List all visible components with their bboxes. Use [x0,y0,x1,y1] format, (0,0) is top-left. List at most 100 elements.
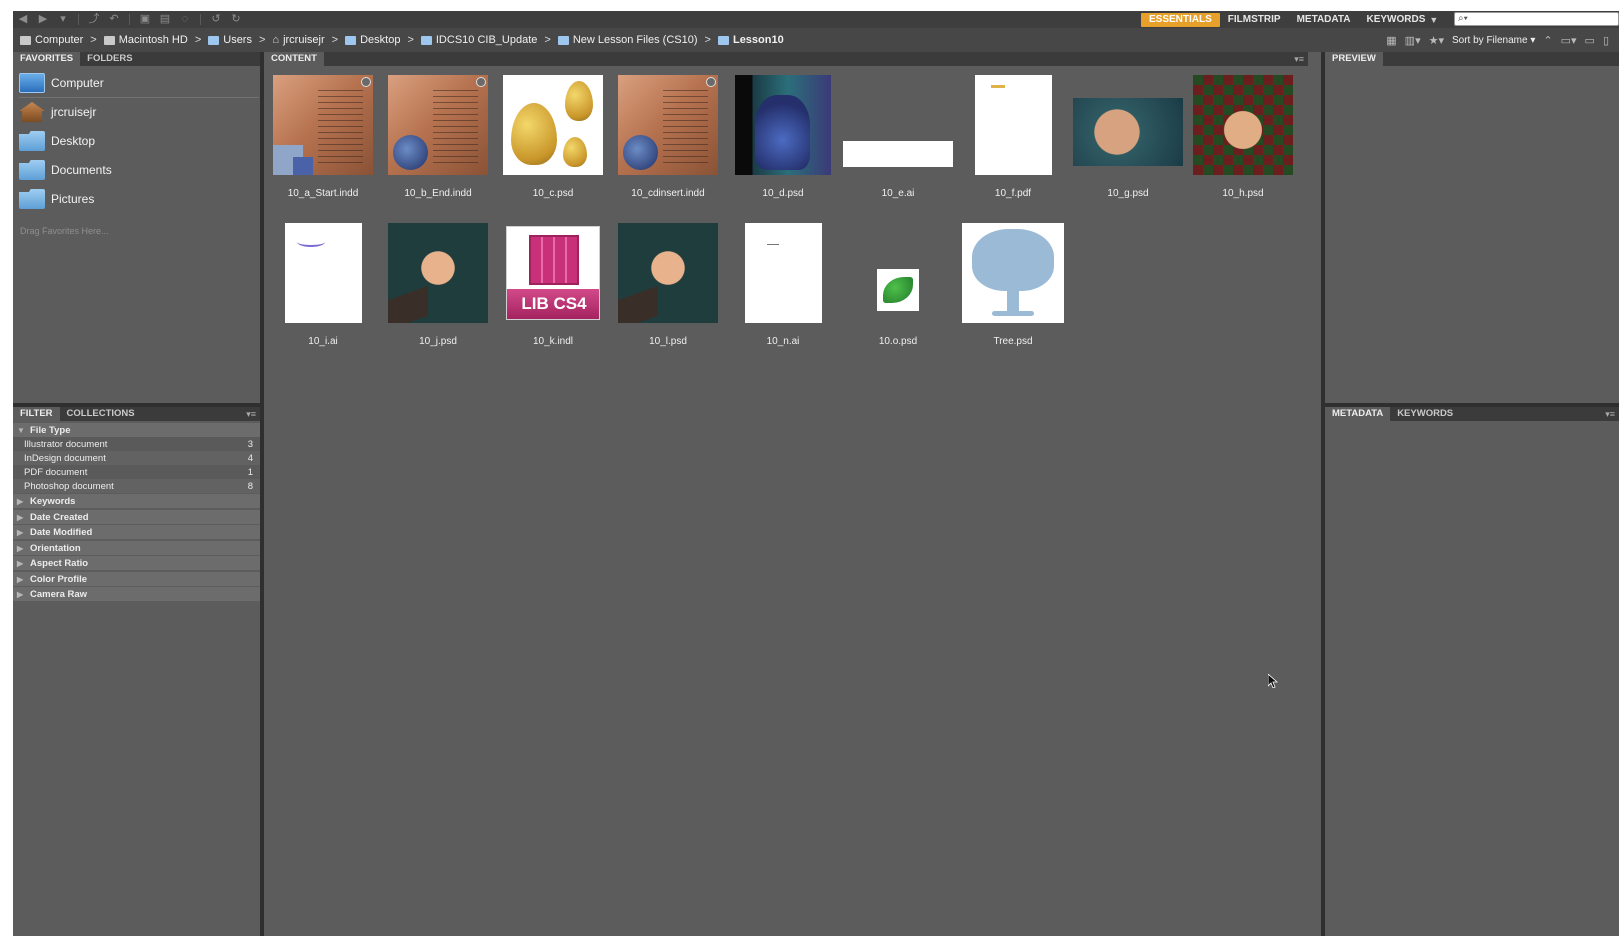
path-bar: Computer > Macintosh HD > Users > ⌂ jrcru… [13,28,1619,52]
file-name: 10_g.psd [1107,188,1149,199]
thumbnail-quality-icon[interactable]: ▦ [1386,34,1396,47]
tab-content[interactable]: CONTENT [264,52,324,66]
favorite-pictures[interactable]: Pictures [19,186,259,212]
open-in-camera-raw-icon[interactable]: ◌ [175,11,195,28]
crumb-desktop[interactable]: Desktop [345,34,400,46]
view-mode-icon[interactable]: ▥▾ [1405,34,1421,47]
refine-icon[interactable]: ▤ [155,11,175,28]
file-thumbnail[interactable]: 10.o.psd [843,215,953,350]
file-name: 10_h.psd [1222,188,1264,199]
crumb-lesson10[interactable]: Lesson10 [717,34,784,46]
folder-icon [19,160,45,180]
home-icon [19,102,45,122]
file-thumbnail[interactable]: 10_c.psd [498,67,608,202]
filter-photoshop[interactable]: Photoshop document 8 [13,479,260,493]
filter-indesign[interactable]: InDesign document 4 [13,451,260,465]
file-thumbnail[interactable]: 10_j.psd [383,215,493,350]
filter-category-orientation[interactable]: ▶ Orientation [13,541,260,555]
tab-keywords[interactable]: KEYWORDS [1390,407,1460,421]
crumb-computer[interactable]: Computer [20,34,83,46]
file-thumbnail[interactable]: LIB CS4 10_k.indl [498,215,608,350]
workspace-essentials[interactable]: ESSENTIALS [1141,12,1220,27]
favorite-desktop[interactable]: Desktop [19,128,259,154]
file-thumbnail[interactable]: 10_b_End.indd [383,67,493,202]
file-thumbnail[interactable]: 10_a_Start.indd [268,67,378,202]
version-badge-icon [361,76,371,87]
file-name: 10_j.psd [419,336,457,347]
file-thumbnail[interactable]: 10_n.ai [728,215,838,350]
file-thumbnail[interactable]: 10_cdinsert.indd [613,67,723,202]
tab-metadata[interactable]: METADATA [1325,407,1391,421]
workspace-metadata[interactable]: METADATA [1289,13,1359,27]
thumbnail-frame [958,67,1068,182]
file-thumbnail[interactable]: 10_g.psd [1073,67,1183,202]
filter-count: 4 [247,452,253,464]
crumb-home[interactable]: ⌂ jrcruisejr [272,34,324,46]
rotate-right-icon[interactable]: ↻ [226,11,246,28]
reveal-recent-icon[interactable]: ↶ [104,11,124,28]
crumb-macintosh-hd[interactable]: Macintosh HD [103,34,188,46]
workspace-dropdown-icon[interactable]: ▼ [1429,15,1438,25]
clasped-hands-image [388,222,488,323]
tab-collections[interactable]: COLLECTIONS [60,407,142,421]
filter-pdf[interactable]: PDF document 1 [13,465,260,479]
open-recent-folder-icon[interactable]: ▭▾ [1561,34,1577,47]
file-name: 10_f.pdf [994,188,1032,199]
file-thumbnail[interactable]: Tree.psd [958,215,1068,350]
file-thumbnail[interactable]: 10_e.ai [843,67,953,202]
thumbnail-frame [1188,67,1298,182]
camera-download-icon[interactable]: ▣ [135,11,155,28]
panel-menu-icon[interactable]: ▾≡ [246,407,256,421]
crumb-new-lesson-files[interactable]: New Lesson Files (CS10) [557,34,698,46]
panel-menu-icon[interactable]: ▾≡ [1605,407,1615,421]
tab-preview[interactable]: PREVIEW [1325,52,1383,66]
filter-category-file-type[interactable]: ▼ File Type [13,423,260,437]
file-thumbnail[interactable]: 10_d.psd [728,67,838,202]
tab-favorites[interactable]: FAVORITES [13,52,81,66]
filter-category-camera-raw[interactable]: ▶ Camera Raw [13,587,260,601]
back-arrow-icon[interactable]: ◀ [13,11,33,28]
file-thumbnail[interactable]: 10_f.pdf [958,67,1068,202]
sort-dropdown[interactable]: Sort by Filename ▾ [1452,35,1535,46]
sort-ascending-icon[interactable]: ⌃ [1543,34,1552,47]
folder-icon [19,189,45,209]
filter-category-keywords[interactable]: ▶ Keywords [13,494,260,508]
thumbnail-frame [843,215,953,330]
filter-category-date-modified[interactable]: ▶ Date Modified [13,525,260,539]
panel-menu-icon[interactable]: ▾≡ [1294,52,1304,66]
star-filter-icon[interactable]: ★▾ [1429,34,1444,47]
crumb-idcs10[interactable]: IDCS10 CIB_Update [420,34,537,46]
rotate-left-icon[interactable]: ↺ [206,11,226,28]
file-thumbnail[interactable]: 10_h.psd [1188,67,1298,202]
hard-drive-icon [103,35,115,45]
favorite-documents[interactable]: Documents [19,157,259,183]
new-folder-icon[interactable]: ▭ [1585,34,1595,47]
tab-filter[interactable]: FILTER [13,407,60,421]
chevron-right-icon: > [258,34,266,46]
filter-illustrator[interactable]: Illustrator document 3 [13,437,260,451]
tab-folders[interactable]: FOLDERS [80,52,139,66]
toolbar: ◀ ▶ ▾ ⤴ ↶ ▣ ▤ ◌ ↺ ↻ ESSENTIALS FILMSTRIP… [13,11,1619,28]
history-dropdown-icon[interactable]: ▾ [53,11,73,28]
workspace-filmstrip[interactable]: FILMSTRIP [1220,13,1289,27]
search-input[interactable]: ⌕▾ [1454,12,1619,26]
file-name: 10_a_Start.indd [287,188,359,199]
preview-panel: PREVIEW [1325,52,1619,403]
forward-arrow-icon[interactable]: ▶ [33,11,53,28]
illustrator-preview-image [843,141,953,167]
filter-category-aspect-ratio[interactable]: ▶ Aspect Ratio [13,556,260,570]
file-thumbnail[interactable]: 10_l.psd [613,215,723,350]
filter-category-date-created[interactable]: ▶ Date Created [13,510,260,524]
favorite-computer[interactable]: Computer [19,70,259,96]
go-to-parent-icon[interactable]: ⤴ [84,11,104,28]
file-name: 10_e.ai [881,188,915,199]
thumbnail-frame [498,67,608,182]
crumb-label: Users [223,34,252,46]
workspace-keywords[interactable]: KEYWORDS [1358,13,1433,27]
trash-icon[interactable]: ▯ [1603,34,1609,47]
crumb-users[interactable]: Users [208,34,252,46]
filter-category-color-profile[interactable]: ▶ Color Profile [13,572,260,586]
file-thumbnail[interactable]: 10_i.ai [268,215,378,350]
favorite-home[interactable]: jrcruisejr [19,99,259,125]
expand-down-icon: ▼ [17,425,25,435]
